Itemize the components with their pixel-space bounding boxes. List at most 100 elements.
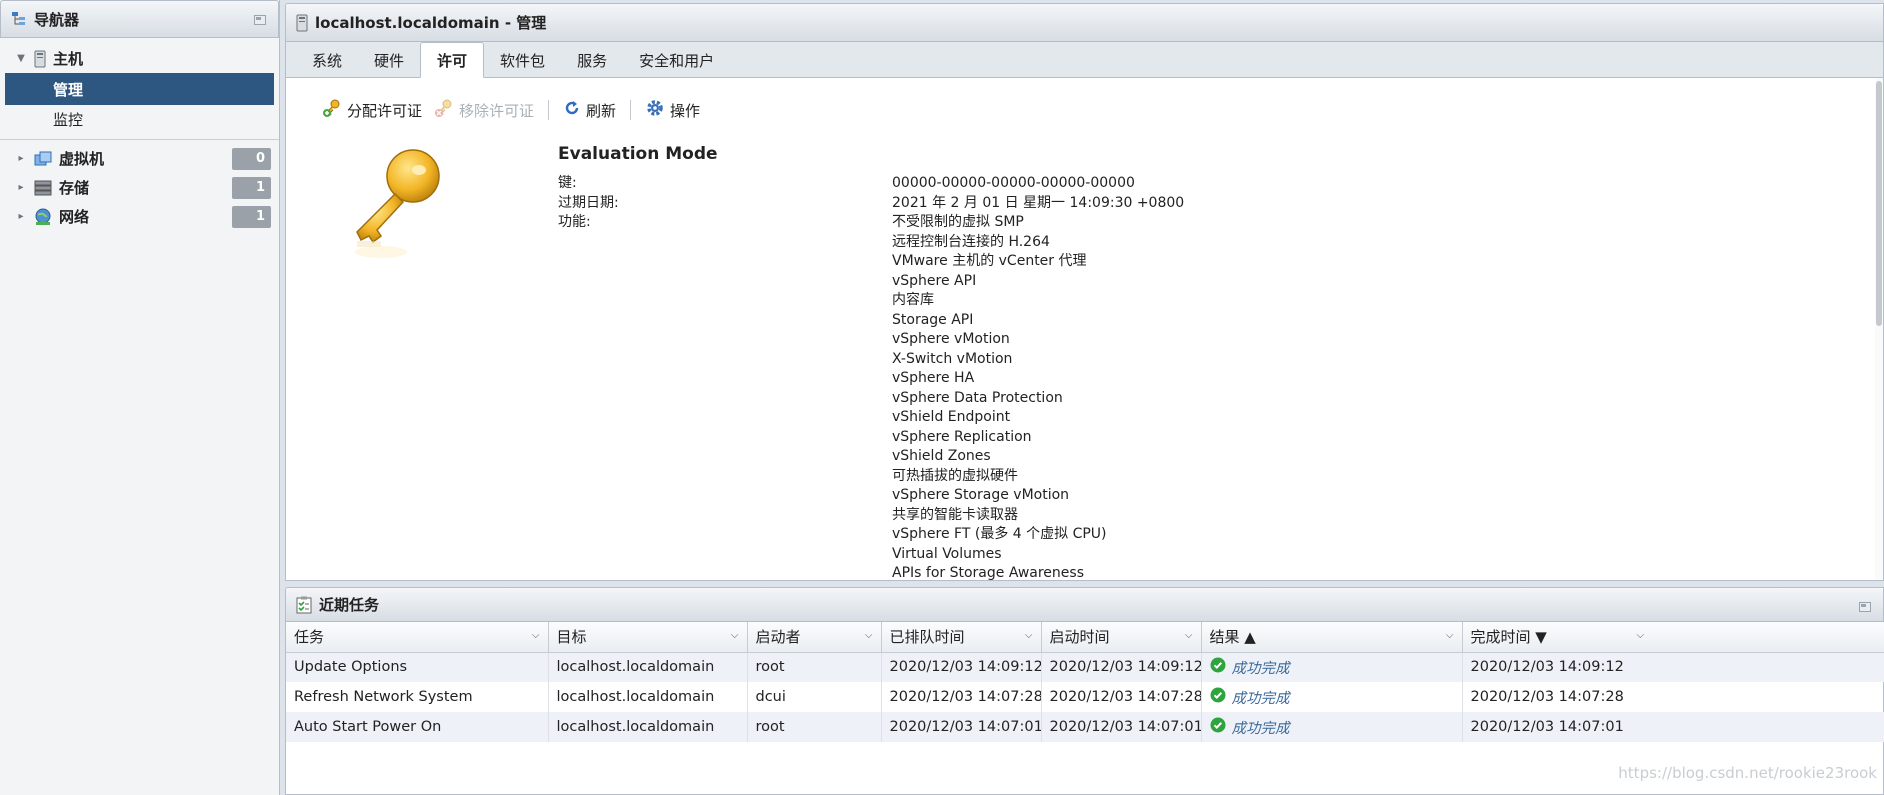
main-header: localhost.localdomain - 管理 bbox=[286, 4, 1883, 42]
table-row[interactable]: Refresh Network System localhost.localdo… bbox=[286, 682, 1884, 712]
expand-right-icon[interactable]: ▸ bbox=[14, 182, 28, 193]
host-icon bbox=[296, 14, 308, 32]
navigator-minimize-button[interactable] bbox=[254, 15, 266, 25]
feature-item: 不受限制的虚拟 SMP bbox=[892, 214, 1024, 230]
expand-down-icon[interactable]: ▼ bbox=[14, 53, 28, 64]
task-result-cell: 成功完成 bbox=[1201, 682, 1463, 712]
tab-services[interactable]: 服务 bbox=[561, 43, 623, 77]
tree-item-host[interactable]: ▼ 主机 bbox=[0, 44, 279, 73]
chevron-down-icon[interactable]: ⌵ bbox=[731, 630, 739, 641]
feature-item: APIs for Storage Awareness bbox=[892, 565, 1084, 581]
remove-license-button[interactable]: 移除许可证 bbox=[428, 98, 540, 122]
task-initiator-cell: root bbox=[747, 652, 882, 682]
feature-list: 不受限制的虚拟 SMP 远程控制台连接的 H.264 VMware 主机的 vC… bbox=[892, 213, 1458, 584]
chevron-down-icon[interactable]: ⌵ bbox=[1025, 630, 1033, 641]
task-queued-cell: 2020/12/03 14:09:12 bbox=[881, 652, 1042, 682]
tree-item-storage[interactable]: ▸ 存储 1 bbox=[0, 173, 279, 202]
chevron-down-icon[interactable]: ⌵ bbox=[1446, 630, 1454, 641]
navigator-tree: ▼ 主机 管理 监控 ▸ 虚拟机 0 ▸ 存储 1 ▸ 网络 1 bbox=[0, 38, 279, 231]
expand-right-icon[interactable]: ▸ bbox=[14, 153, 28, 164]
tab-licensing[interactable]: 许可 bbox=[420, 42, 485, 78]
assign-license-button[interactable]: 分配许可证 bbox=[316, 98, 428, 122]
column-header-completed[interactable]: 完成时间 ▼ ⌵ bbox=[1462, 622, 1884, 653]
refresh-button[interactable]: 刷新 bbox=[557, 99, 622, 121]
success-check-icon bbox=[1210, 687, 1226, 707]
feature-item: 可热插拔的虚拟硬件 bbox=[892, 467, 1018, 484]
vertical-scrollbar[interactable] bbox=[1875, 78, 1883, 580]
license-key-label: 键: bbox=[558, 175, 577, 191]
task-result-text[interactable]: 成功完成 bbox=[1232, 657, 1290, 678]
storage-icon bbox=[34, 180, 52, 196]
actions-button[interactable]: 操作 bbox=[639, 98, 706, 122]
column-header-target[interactable]: 目标 ⌵ bbox=[548, 622, 748, 653]
task-result-text[interactable]: 成功完成 bbox=[1232, 717, 1290, 738]
task-target-cell: localhost.localdomain bbox=[548, 652, 748, 682]
license-key-icon bbox=[341, 144, 451, 264]
feature-item: 共享的智能卡读取器 bbox=[892, 506, 1018, 523]
storage-count-badge: 1 bbox=[232, 177, 271, 199]
task-completed-cell: 2020/12/03 14:09:12 bbox=[1462, 652, 1884, 682]
task-result-cell: 成功完成 bbox=[1201, 712, 1463, 742]
chevron-down-icon[interactable]: ⌵ bbox=[1637, 630, 1645, 641]
tree-item-manage[interactable]: 管理 bbox=[5, 73, 274, 105]
chevron-down-icon[interactable]: ⌵ bbox=[532, 630, 540, 641]
table-row[interactable]: Auto Start Power On localhost.localdomai… bbox=[286, 712, 1884, 742]
recent-tasks-panel: 近期任务 任务 ⌵ 目标 ⌵ 启动者 ⌵ 已排队时间 ⌵ 启动时间 ⌵ 结果 ▲ ⌵ 完成时… bbox=[285, 587, 1884, 795]
feature-item: 内容库 bbox=[892, 292, 934, 308]
feature-item: vSphere vMotion bbox=[892, 331, 1010, 347]
recent-tasks-header: 近期任务 bbox=[286, 588, 1883, 622]
feature-item: VMware 主机的 vCenter 代理 bbox=[892, 253, 1087, 269]
tasks-minimize-button[interactable] bbox=[1859, 602, 1871, 612]
task-target-cell: localhost.localdomain bbox=[548, 682, 748, 712]
tab-hardware[interactable]: 硬件 bbox=[358, 43, 420, 77]
chevron-down-icon[interactable]: ⌵ bbox=[865, 630, 873, 641]
network-count-badge: 1 bbox=[232, 206, 271, 228]
chevron-down-icon[interactable]: ⌵ bbox=[1185, 630, 1193, 641]
tab-system[interactable]: 系统 bbox=[296, 43, 358, 77]
license-expiry-row: 过期日期: 2021 年 2 月 01 日 星期一 14:09:30 +0800 bbox=[558, 194, 1458, 214]
task-target-cell: localhost.localdomain bbox=[548, 712, 748, 742]
navigator-header: 导航器 bbox=[0, 0, 279, 38]
feature-item: Storage API bbox=[892, 311, 974, 328]
feature-item: vSphere Storage vMotion bbox=[892, 487, 1070, 503]
column-header-initiator[interactable]: 启动者 ⌵ bbox=[747, 622, 882, 653]
feature-item: vSphere API bbox=[892, 272, 977, 289]
license-mode-title: Evaluation Mode bbox=[558, 144, 718, 164]
tree-item-monitor[interactable]: 监控 bbox=[0, 105, 279, 134]
tree-item-manage-label: 管理 bbox=[53, 80, 84, 99]
task-result-cell: 成功完成 bbox=[1201, 652, 1463, 682]
feature-item: vShield Zones bbox=[892, 448, 991, 464]
task-initiator-cell: dcui bbox=[747, 682, 882, 712]
main-panel: localhost.localdomain - 管理 系统 硬件 许可 软件包 … bbox=[285, 3, 1884, 581]
tree-item-network[interactable]: ▸ 网络 1 bbox=[0, 202, 279, 231]
column-header-started[interactable]: 启动时间 ⌵ bbox=[1041, 622, 1202, 653]
tab-security-users[interactable]: 安全和用户 bbox=[623, 43, 730, 77]
tab-bar: 系统 硬件 许可 软件包 服务 安全和用户 bbox=[286, 42, 1883, 78]
task-started-cell: 2020/12/03 14:09:12 bbox=[1041, 652, 1202, 682]
tree-item-vms[interactable]: ▸ 虚拟机 0 bbox=[0, 144, 279, 173]
feature-item: vSphere FT (最多 4 个虚拟 CPU) bbox=[892, 526, 1107, 542]
tab-packages[interactable]: 软件包 bbox=[484, 43, 561, 77]
scrollbar-thumb[interactable] bbox=[1876, 81, 1882, 326]
watermark-text: https://blog.csdn.net/rookie23rook bbox=[1618, 764, 1877, 782]
vm-icon bbox=[34, 151, 52, 167]
tree-item-storage-label: 存储 bbox=[59, 179, 90, 197]
feature-item: X-Switch vMotion bbox=[892, 350, 1013, 367]
gear-icon bbox=[645, 98, 665, 122]
navigator-title: 导航器 bbox=[34, 10, 80, 29]
table-row[interactable]: Update Options localhost.localdomain roo… bbox=[286, 652, 1884, 682]
toolbar-separator bbox=[548, 100, 550, 120]
tree-item-monitor-label: 监控 bbox=[53, 111, 84, 129]
refresh-icon bbox=[563, 99, 581, 121]
navigator-tree-icon bbox=[11, 11, 27, 27]
column-header-task[interactable]: 任务 ⌵ bbox=[286, 622, 549, 653]
expand-right-icon[interactable]: ▸ bbox=[14, 211, 28, 222]
license-key-value: 00000-00000-00000-00000-00000 bbox=[892, 175, 1135, 191]
host-icon bbox=[34, 50, 46, 68]
success-check-icon bbox=[1210, 657, 1226, 677]
refresh-label: 刷新 bbox=[586, 101, 617, 120]
task-result-text[interactable]: 成功完成 bbox=[1232, 687, 1290, 708]
column-header-queued[interactable]: 已排队时间 ⌵ bbox=[881, 622, 1042, 653]
column-header-result[interactable]: 结果 ▲ ⌵ bbox=[1201, 622, 1463, 653]
assign-license-label: 分配许可证 bbox=[347, 101, 423, 120]
